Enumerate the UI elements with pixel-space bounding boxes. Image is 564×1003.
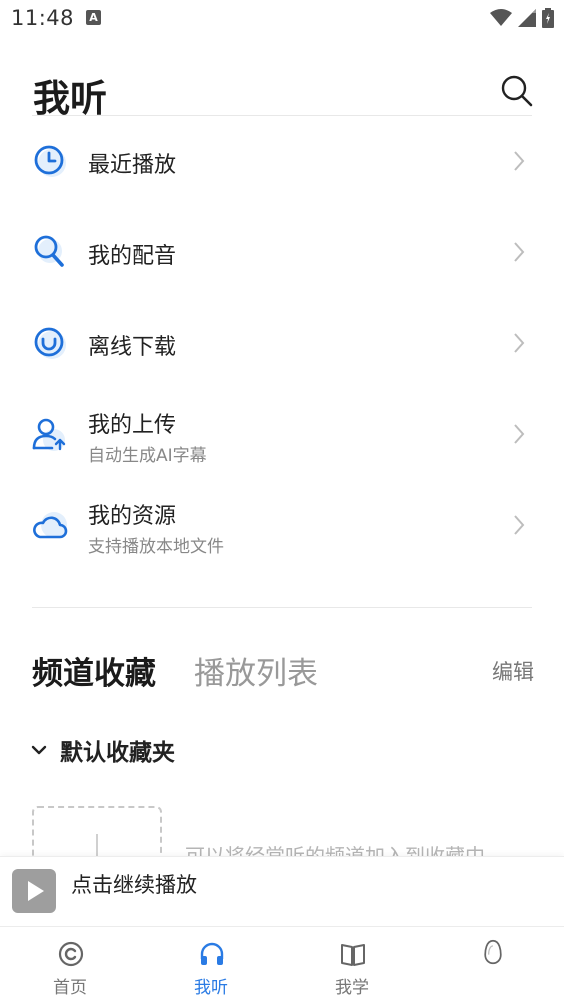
bottom-nav: 首页 我听 我学 xyxy=(0,926,564,1003)
edit-button[interactable]: 编辑 xyxy=(492,656,534,686)
chevron-right-icon xyxy=(514,515,525,535)
menu-sublabel: 支持播放本地文件 xyxy=(88,537,224,557)
chevron-right-icon xyxy=(514,333,525,353)
tab-playlists[interactable]: 播放列表 xyxy=(194,648,318,693)
folder-header[interactable]: 默认收藏夹 xyxy=(30,732,175,768)
nav-item-home[interactable]: 首页 xyxy=(25,927,115,1003)
chevron-right-icon xyxy=(514,151,525,171)
clock-icon xyxy=(34,145,66,177)
chevron-down-icon xyxy=(31,745,47,755)
headphones-icon xyxy=(200,942,224,965)
nav-label: 我学 xyxy=(335,978,369,998)
player-label: 点击继续播放 xyxy=(71,873,197,897)
nav-item-learn[interactable]: 我学 xyxy=(307,927,397,1003)
menu-label: 我的上传 xyxy=(88,413,177,438)
status-bar: 11:48 A xyxy=(0,0,564,38)
folder-title: 默认收藏夹 xyxy=(60,740,175,766)
page-title: 我听 xyxy=(33,77,107,120)
mini-player[interactable]: 点击继续播放 xyxy=(0,856,564,927)
battery-icon xyxy=(542,8,554,28)
play-icon xyxy=(28,881,44,901)
book-icon xyxy=(341,944,365,966)
menu-label: 离线下载 xyxy=(88,335,177,360)
chevron-right-icon xyxy=(514,424,525,444)
nav-item-profile[interactable] xyxy=(447,927,537,1003)
egg-icon xyxy=(484,939,502,965)
menu-item-offline-download[interactable]: 离线下载 xyxy=(0,298,564,388)
search-icon[interactable] xyxy=(500,74,534,108)
player-thumbnail[interactable] xyxy=(12,869,56,913)
user-upload-icon xyxy=(32,418,66,451)
tab-channel-favorites[interactable]: 频道收藏 xyxy=(32,648,156,693)
magnifier-icon xyxy=(34,235,64,267)
menu-item-my-resources[interactable]: 我的资源 支持播放本地文件 xyxy=(0,480,564,570)
menu-sublabel: 自动生成AI字幕 xyxy=(88,446,207,466)
status-time: 11:48 xyxy=(11,6,75,30)
menu-label: 我的资源 xyxy=(88,504,177,529)
signal-icon xyxy=(518,9,536,27)
status-icons xyxy=(490,8,554,28)
home-disc-icon xyxy=(58,941,84,967)
menu-label: 最近播放 xyxy=(88,153,177,178)
nav-label: 首页 xyxy=(53,978,87,998)
wifi-icon xyxy=(490,9,512,26)
notification-icon: A xyxy=(86,10,101,25)
download-circle-icon xyxy=(34,327,66,359)
menu-label: 我的配音 xyxy=(88,244,177,269)
nav-item-listen[interactable]: 我听 xyxy=(166,927,256,1003)
cloud-icon xyxy=(33,512,68,539)
menu-item-recent[interactable]: 最近播放 xyxy=(0,116,564,206)
menu-item-my-uploads[interactable]: 我的上传 自动生成AI字幕 xyxy=(0,389,564,479)
menu-item-dubbing[interactable]: 我的配音 xyxy=(0,207,564,297)
section-divider xyxy=(32,607,532,608)
nav-label: 我听 xyxy=(194,978,228,998)
chevron-right-icon xyxy=(514,242,525,262)
